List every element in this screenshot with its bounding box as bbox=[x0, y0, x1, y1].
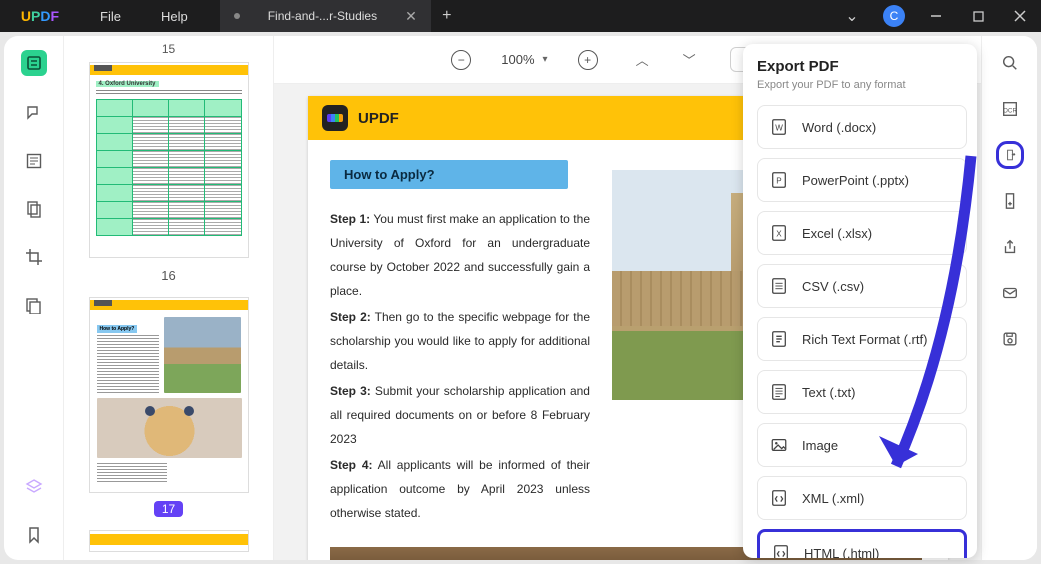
tab-title: Find-and-...r-Studies bbox=[268, 9, 377, 23]
left-tool-rail bbox=[4, 36, 64, 560]
html-file-icon bbox=[772, 544, 790, 558]
svg-text:P: P bbox=[776, 177, 781, 186]
thumb-label-17-active: 17 bbox=[154, 501, 183, 517]
page-down-button[interactable]: ﹀ bbox=[683, 50, 696, 69]
page-organize-icon[interactable] bbox=[23, 198, 45, 220]
window-maximize-button[interactable] bbox=[957, 0, 999, 32]
thumbnail-panel: 15 4. Oxford University 16 bbox=[64, 36, 274, 560]
tab-modified-indicator-icon bbox=[234, 13, 240, 19]
step-1-text: Step 1: You must first make an applicati… bbox=[330, 207, 590, 303]
thumbnail-page-18[interactable] bbox=[89, 530, 249, 552]
powerpoint-file-icon: P bbox=[770, 171, 788, 189]
email-icon[interactable] bbox=[999, 282, 1021, 304]
comment-tool-icon[interactable] bbox=[23, 102, 45, 124]
svg-text:X: X bbox=[776, 230, 782, 239]
app-logo: UPDF bbox=[0, 8, 80, 24]
export-option-csv[interactable]: CSV (.csv) bbox=[757, 264, 967, 308]
csv-file-icon bbox=[770, 277, 788, 295]
word-file-icon: W bbox=[770, 118, 788, 136]
thumb-label-16: 16 bbox=[82, 268, 255, 283]
reader-mode-icon[interactable] bbox=[21, 50, 47, 76]
window-minimize-button[interactable] bbox=[915, 0, 957, 32]
share-icon[interactable] bbox=[999, 236, 1021, 258]
bookmark-icon[interactable] bbox=[23, 524, 45, 546]
xml-file-icon bbox=[770, 489, 788, 507]
thumbnail-page-17[interactable]: How to Apply? bbox=[89, 297, 249, 493]
zoom-out-button[interactable]: − bbox=[451, 50, 471, 70]
zoom-value[interactable]: 100% bbox=[501, 52, 534, 67]
export-pdf-icon[interactable] bbox=[999, 144, 1021, 166]
menu-help[interactable]: Help bbox=[141, 9, 208, 24]
tab-close-button[interactable]: ✕ bbox=[405, 8, 417, 25]
export-option-xml[interactable]: XML (.xml) bbox=[757, 476, 967, 520]
export-option-rtf[interactable]: Rich Text Format (.rtf) bbox=[757, 317, 967, 361]
zoom-in-button[interactable]: + bbox=[578, 50, 598, 70]
convert-icon[interactable] bbox=[999, 190, 1021, 212]
text-file-icon bbox=[770, 383, 788, 401]
search-icon[interactable] bbox=[999, 52, 1021, 74]
thumbnail-page-16[interactable]: 4. Oxford University bbox=[89, 62, 249, 258]
svg-text:W: W bbox=[775, 124, 783, 133]
layers-icon[interactable] bbox=[23, 476, 45, 498]
export-option-text[interactable]: Text (.txt) bbox=[757, 370, 967, 414]
menu-file[interactable]: File bbox=[80, 9, 141, 24]
export-option-excel[interactable]: X Excel (.xlsx) bbox=[757, 211, 967, 255]
save-icon[interactable] bbox=[999, 328, 1021, 350]
zoom-dropdown-icon[interactable]: ▾ bbox=[543, 54, 548, 65]
rtf-file-icon bbox=[770, 330, 788, 348]
ocr-icon[interactable]: OCR bbox=[999, 98, 1021, 120]
tab-add-button[interactable]: + bbox=[431, 7, 463, 25]
excel-file-icon: X bbox=[770, 224, 788, 242]
titlebar: UPDF File Help Find-and-...r-Studies ✕ +… bbox=[0, 0, 1041, 32]
crop-tool-icon[interactable] bbox=[23, 246, 45, 268]
section-heading-how-to-apply: How to Apply? bbox=[330, 160, 568, 189]
edit-text-tool-icon[interactable] bbox=[23, 150, 45, 172]
export-panel-subtitle: Export your PDF to any format bbox=[757, 79, 967, 91]
updf-logo-icon bbox=[322, 105, 348, 131]
step-3-text: Step 3: Submit your scholarship applicat… bbox=[330, 379, 590, 451]
recent-chevron-button[interactable]: ⌄ bbox=[831, 0, 873, 32]
export-pdf-panel: Export PDF Export your PDF to any format… bbox=[743, 44, 977, 558]
export-option-html[interactable]: HTML (.html) bbox=[757, 529, 967, 558]
image-file-icon bbox=[770, 436, 788, 454]
export-panel-title: Export PDF bbox=[757, 58, 967, 75]
export-option-image[interactable]: Image bbox=[757, 423, 967, 467]
right-tool-rail: OCR bbox=[981, 36, 1037, 560]
document-tab[interactable]: Find-and-...r-Studies ✕ bbox=[220, 0, 431, 32]
step-4-text: Step 4: All applicants will be informed … bbox=[330, 453, 590, 525]
user-avatar[interactable]: C bbox=[873, 0, 915, 32]
export-option-word[interactable]: W Word (.docx) bbox=[757, 105, 967, 149]
thumb-label-15: 15 bbox=[82, 42, 255, 56]
step-2-text: Step 2: Then go to the specific webpage … bbox=[330, 305, 590, 377]
tools-icon[interactable] bbox=[23, 294, 45, 316]
export-option-powerpoint[interactable]: P PowerPoint (.pptx) bbox=[757, 158, 967, 202]
window-close-button[interactable] bbox=[999, 0, 1041, 32]
svg-text:OCR: OCR bbox=[1003, 108, 1017, 115]
page-up-button[interactable]: ︿ bbox=[636, 50, 649, 69]
updf-logo-text: UPDF bbox=[358, 110, 399, 127]
